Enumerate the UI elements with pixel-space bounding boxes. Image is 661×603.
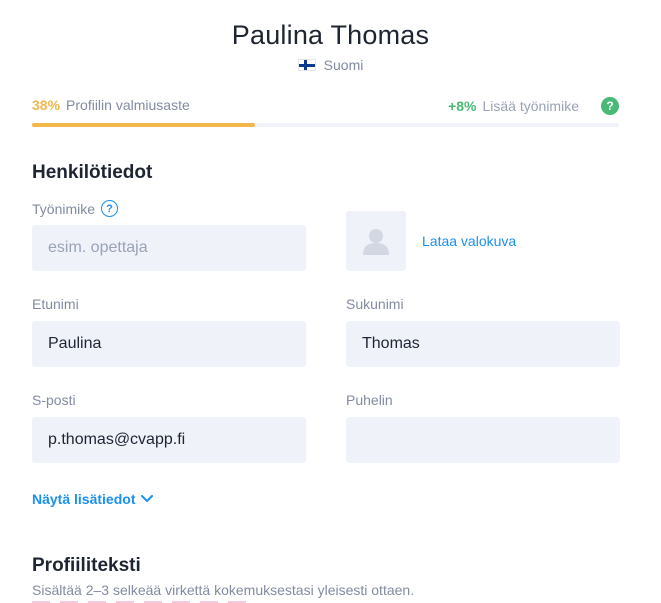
job-title-input[interactable] <box>32 225 306 271</box>
progress-tip[interactable]: +8% Lisää työnimike ? <box>448 97 619 115</box>
section-title-profile: Profiiliteksti <box>32 555 141 576</box>
progress-fill <box>32 123 256 127</box>
bonus-label: Lisää työnimike <box>482 98 580 114</box>
job-title-label-text: Työnimike <box>32 200 96 217</box>
bonus-percent: +8% <box>448 98 477 114</box>
job-title-label: Työnimike ? <box>32 200 119 217</box>
progress-percent: 38% <box>32 97 61 113</box>
last-name-label: Sukunimi <box>346 296 404 312</box>
phone-input[interactable] <box>346 417 620 463</box>
full-name-title: Paulina Thomas <box>231 20 430 50</box>
country-label: Suomi <box>323 57 364 73</box>
finland-flag-icon <box>297 59 316 71</box>
progress-track <box>32 123 619 127</box>
profile-description: Sisältää 2–3 selkeää virkettä kokemukses… <box>32 582 415 598</box>
email-input[interactable] <box>32 417 306 463</box>
section-title-personal: Henkilötiedot <box>32 162 153 183</box>
resume-name-header: Paulina Thomas Suomi <box>0 20 661 73</box>
progress-label: Profiilin valmiusaste <box>66 97 190 113</box>
show-more-label: Näytä lisätiedot <box>32 491 136 507</box>
first-name-label: Etunimi <box>32 296 79 312</box>
first-name-input[interactable] <box>32 321 306 367</box>
chevron-down-icon <box>141 495 154 502</box>
photo-upload-box[interactable] <box>346 211 406 271</box>
show-more-details-link[interactable]: Näytä lisätiedot <box>32 491 154 507</box>
question-icon[interactable]: ? <box>101 200 119 217</box>
country-row: Suomi <box>0 57 661 73</box>
phone-label: Puhelin <box>346 392 393 408</box>
avatar-placeholder-icon <box>363 229 389 255</box>
upload-photo-link[interactable]: Lataa valokuva <box>422 233 516 249</box>
email-label: S-posti <box>32 392 76 408</box>
profile-progress: 38% Profiilin valmiusaste +8% Lisää työn… <box>32 97 619 131</box>
last-name-input[interactable] <box>346 321 620 367</box>
question-icon[interactable]: ? <box>601 97 619 115</box>
progress-status: 38% Profiilin valmiusaste <box>32 97 190 113</box>
